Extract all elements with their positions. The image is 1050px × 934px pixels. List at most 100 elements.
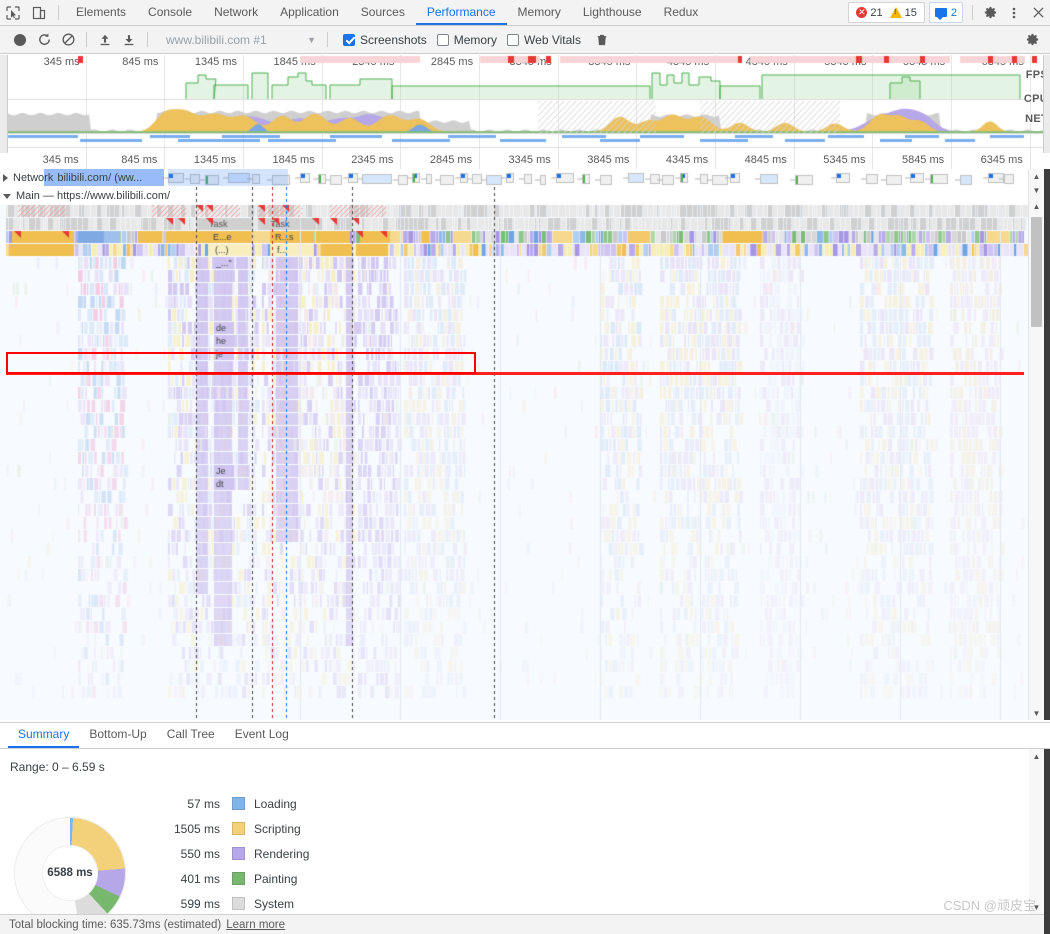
track-header-main[interactable]: Main — https://www.bilibili.com/ <box>0 187 170 204</box>
tab-lighthouse[interactable]: Lighthouse <box>572 0 653 25</box>
tab-network[interactable]: Network <box>203 0 269 25</box>
warning-count: 15 <box>904 6 917 19</box>
tab-memory[interactable]: Memory <box>507 0 572 25</box>
track-label-main: Main — https://www.bilibili.com/ <box>16 189 171 202</box>
messages-counter[interactable]: 2 <box>928 2 963 23</box>
summary-scrollbar[interactable]: ▲ ▼ <box>1029 749 1044 914</box>
timeline-overview[interactable]: 345 ms845 ms1345 ms1845 ms2345 ms2845 ms… <box>0 55 1050 154</box>
timeline-tick-label: 845 ms <box>121 154 158 166</box>
devtools-window: Elements Console Network Application Sou… <box>0 0 1050 934</box>
load-profile-button[interactable] <box>93 28 117 52</box>
legend-value: 57 ms <box>187 796 220 811</box>
learn-more-link[interactable]: Learn more <box>226 919 285 931</box>
timeline-tick-label: 345 ms <box>42 154 79 166</box>
legend-swatch <box>232 797 245 810</box>
timeline-tick-label: 3845 ms <box>587 154 630 166</box>
web-vitals-checkbox[interactable]: Web Vitals <box>507 33 581 47</box>
tab-label: Sources <box>360 4 405 19</box>
total-blocking-time-text: Total blocking time: 635.73ms (estimated… <box>9 918 222 931</box>
message-count: 2 <box>950 6 957 19</box>
legend-swatch <box>232 847 245 860</box>
tab-performance[interactable]: Performance <box>415 0 507 25</box>
legend-row[interactable]: 599 ms System <box>160 891 460 914</box>
chevron-down-icon <box>3 194 11 199</box>
scroll-up-icon-2[interactable]: ▲ <box>1029 199 1044 213</box>
memory-checkbox[interactable]: Memory <box>436 33 497 47</box>
checkbox-box <box>507 33 520 46</box>
tab-summary[interactable]: Summary <box>8 722 80 748</box>
recording-selector[interactable]: www.bilibili.com #1 ▼ <box>160 30 322 50</box>
toolbar-divider <box>972 5 973 20</box>
legend-label: Rendering <box>254 846 310 861</box>
tab-label: Console <box>148 4 193 19</box>
legend-row[interactable]: 401 ms Painting <box>160 866 460 891</box>
message-icon <box>934 8 947 20</box>
tab-elements[interactable]: Elements <box>65 0 137 25</box>
screenshots-checkbox[interactable]: Screenshots <box>343 33 427 47</box>
tab-label: Application <box>280 4 339 19</box>
scroll-up-icon[interactable]: ▲ <box>1029 169 1044 183</box>
timeline-tick-label: 5345 ms <box>823 154 866 166</box>
tab-event-log[interactable]: Event Log <box>225 722 299 748</box>
timeline-tick <box>793 153 795 169</box>
flame-vertical-scrollbar[interactable]: ▲ ▼ ▲ ▼ <box>1028 169 1044 720</box>
tab-redux[interactable]: Redux <box>653 0 710 25</box>
legend-row[interactable]: 1505 ms Scripting <box>160 816 460 841</box>
tab-label: Summary <box>18 727 70 741</box>
reload-and-record-button[interactable] <box>32 28 56 52</box>
tab-label: Memory <box>517 4 561 19</box>
tab-application[interactable]: Application <box>269 0 350 25</box>
timeline-tick <box>951 153 953 169</box>
overview-window-right-handle[interactable] <box>1043 55 1050 153</box>
overview-window-left-handle[interactable] <box>0 55 8 153</box>
gear-icon[interactable] <box>978 1 1002 25</box>
device-toolbar-icon[interactable] <box>26 1 52 25</box>
timeline-tick-label: 2845 ms <box>429 154 473 166</box>
track-header-network[interactable]: Network bilibili.com/ (ww... <box>0 169 142 186</box>
timeline-tick <box>715 153 717 169</box>
tab-call-tree[interactable]: Call Tree <box>157 722 225 748</box>
timeline-tick-label: 5845 ms <box>901 154 945 166</box>
legend-swatch <box>232 897 245 910</box>
legend-row[interactable]: 550 ms Rendering <box>160 841 460 866</box>
flame-chart[interactable]: Network bilibili.com/ (ww... Main — http… <box>0 169 1050 720</box>
tab-label: Event Log <box>234 727 289 741</box>
issues-counters[interactable]: ✕ 21 15 <box>848 2 925 23</box>
scroll-down-icon[interactable]: ▼ <box>1029 183 1044 197</box>
tab-label: Call Tree <box>166 727 215 741</box>
chevron-right-icon <box>3 173 8 182</box>
window-edge <box>1044 749 1050 914</box>
scroll-down-icon-2[interactable]: ▼ <box>1029 706 1044 720</box>
timeline-tick <box>636 153 638 169</box>
legend-label: Scripting <box>254 821 301 836</box>
trash-icon[interactable] <box>595 33 609 47</box>
error-count: 21 <box>870 6 883 19</box>
scrollbar-thumb[interactable] <box>1031 217 1042 327</box>
tab-bottom-up[interactable]: Bottom-Up <box>79 722 156 748</box>
timeline-tick <box>479 153 481 169</box>
summary-legend: 57 ms Loading 1505 ms Scripting 550 ms Render… <box>160 791 460 914</box>
capture-settings-gear-icon[interactable] <box>1020 28 1044 52</box>
tab-label: Network <box>214 4 259 19</box>
save-profile-button[interactable] <box>117 28 141 52</box>
scroll-up-icon[interactable]: ▲ <box>1029 749 1044 763</box>
tab-console[interactable]: Console <box>137 0 203 25</box>
error-counter[interactable]: ✕ 21 <box>854 7 884 19</box>
timeline-tick <box>557 153 559 169</box>
devtools-tabbar: Elements Console Network Application Sou… <box>0 0 1050 26</box>
inspect-element-icon[interactable] <box>0 1 26 25</box>
legend-row[interactable]: 57 ms Loading <box>160 791 460 816</box>
annotation-red-line <box>6 372 1024 375</box>
kebab-menu-icon[interactable] <box>1002 1 1026 25</box>
record-button[interactable] <box>8 28 32 52</box>
timeline-tick <box>872 153 874 169</box>
timeline-tick <box>400 153 402 169</box>
details-tabbar: Summary Bottom-Up Call Tree Event Log <box>0 722 1050 749</box>
close-icon[interactable] <box>1026 1 1050 25</box>
track-detail-network: bilibili.com/ (ww... <box>57 171 143 184</box>
clear-button[interactable] <box>56 28 80 52</box>
recording-name: www.bilibili.com #1 <box>166 32 267 47</box>
tab-sources[interactable]: Sources <box>350 0 416 25</box>
warning-counter[interactable]: 15 <box>888 7 919 19</box>
track-label-network: Network <box>13 171 54 184</box>
